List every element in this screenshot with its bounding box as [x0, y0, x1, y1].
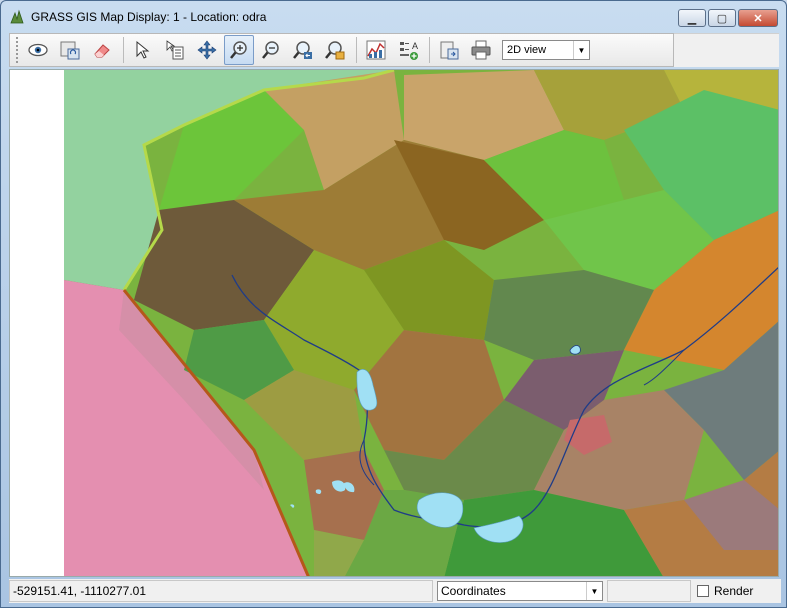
status-bar: -529151.41, -1110277.01 Coordinates ▼ Re…	[9, 579, 781, 603]
printer-icon	[471, 40, 491, 60]
minimize-button[interactable]: ▁	[678, 9, 706, 27]
render-label: Render	[714, 584, 754, 598]
erase-display-button[interactable]	[87, 35, 117, 65]
svg-text:A: A	[412, 41, 418, 51]
pan-button[interactable]	[192, 35, 222, 65]
eye-icon	[28, 43, 48, 57]
view-mode-select[interactable]: 2D view ▼	[502, 40, 590, 60]
query-icon	[166, 40, 184, 60]
toolbar-separator	[123, 37, 124, 63]
map-toolbar: A 2D view ▼	[9, 33, 674, 67]
chevron-down-icon: ▼	[586, 582, 602, 600]
statusbar-mode-select[interactable]: Coordinates ▼	[437, 581, 603, 601]
print-button[interactable]	[466, 35, 496, 65]
save-image-icon	[440, 41, 459, 60]
map-display-window: GRASS GIS Map Display: 1 - Location: odr…	[0, 0, 787, 608]
toolbar-empty-area	[674, 33, 779, 67]
query-button[interactable]	[160, 35, 190, 65]
zoom-in-icon	[230, 41, 247, 59]
render-checkbox[interactable]	[697, 585, 709, 597]
statusbar-info-field	[607, 580, 691, 602]
statusbar-mode-value: Coordinates	[441, 584, 506, 598]
map-canvas[interactable]	[9, 69, 779, 577]
render-map-button[interactable]	[55, 35, 85, 65]
render-toggle[interactable]: Render	[697, 584, 753, 598]
toolbar-separator	[429, 37, 430, 63]
zoom-in-button[interactable]	[224, 35, 254, 65]
coordinates-display: -529151.41, -1110277.01	[9, 580, 433, 602]
title-bar[interactable]: GRASS GIS Map Display: 1 - Location: odr…	[1, 1, 786, 33]
zoom-back-button[interactable]	[288, 35, 318, 65]
maximize-button[interactable]: ▢	[708, 9, 736, 27]
render-map-icon	[60, 41, 80, 60]
analyze-chart-icon	[366, 40, 386, 60]
grass-app-icon	[10, 9, 24, 24]
analyze-button[interactable]	[361, 35, 391, 65]
toolbar-separator	[356, 37, 357, 63]
zoom-options-icon	[325, 41, 345, 60]
pointer-button[interactable]	[128, 35, 158, 65]
window-title: GRASS GIS Map Display: 1 - Location: odr…	[31, 10, 267, 24]
zoom-back-icon	[293, 41, 312, 59]
pointer-icon	[136, 40, 150, 59]
overlay-button[interactable]: A	[393, 35, 423, 65]
window-controls: ▁ ▢ ✕	[678, 9, 778, 27]
toolbar-grip[interactable]	[16, 37, 19, 63]
zoom-out-icon	[262, 41, 279, 59]
save-image-button[interactable]	[434, 35, 464, 65]
close-button[interactable]: ✕	[738, 9, 778, 27]
pan-icon	[197, 40, 217, 60]
overlay-legend-icon: A	[400, 41, 418, 60]
raster-map[interactable]	[64, 70, 779, 577]
zoom-out-button[interactable]	[256, 35, 286, 65]
eraser-icon	[94, 44, 110, 58]
view-mode-value: 2D view	[507, 44, 547, 56]
display-map-button[interactable]	[23, 35, 53, 65]
zoom-options-button[interactable]	[320, 35, 350, 65]
chevron-down-icon: ▼	[573, 41, 589, 59]
